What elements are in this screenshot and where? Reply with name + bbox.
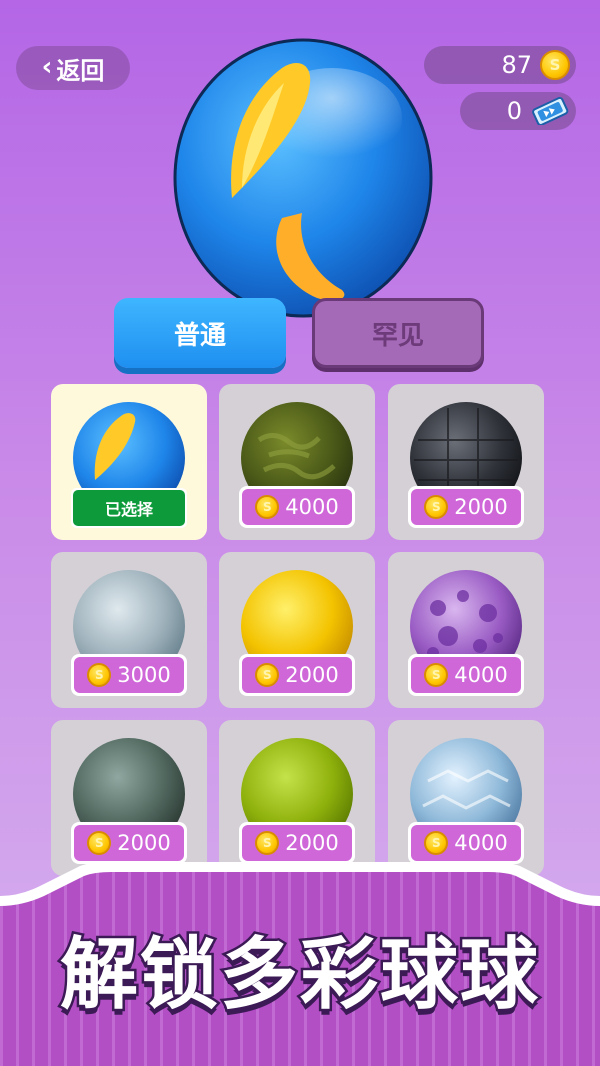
coin-icon [255, 663, 280, 687]
ball-item-5[interactable]: 2000 [219, 552, 375, 708]
coin-icon [87, 663, 112, 687]
ball-item-4[interactable]: 3000 [51, 552, 207, 708]
ball-item-1[interactable]: 已选择 [51, 384, 207, 540]
coin-icon [424, 663, 449, 687]
price-value: 3000 [117, 663, 171, 687]
ball-item-2[interactable]: 4000 [219, 384, 375, 540]
price-value: 2000 [285, 663, 339, 687]
price-value: 4000 [454, 663, 508, 687]
coin-icon [255, 495, 280, 519]
ball-item-3[interactable]: 2000 [388, 384, 544, 540]
price-value: 2000 [454, 495, 508, 519]
coin-icon [424, 495, 449, 519]
selected-label: 已选择 [73, 490, 185, 526]
price-tag: 3000 [71, 654, 187, 696]
ball-item-6[interactable]: 4000 [388, 552, 544, 708]
price-tag: 2000 [239, 654, 355, 696]
price-tag: 4000 [239, 486, 355, 528]
banner-title: 解锁多彩球球 [57, 928, 540, 1023]
price-tag: 2000 [408, 486, 524, 528]
price-value: 4000 [285, 495, 339, 519]
selected-badge: 已选择 [71, 488, 187, 528]
price-tag: 4000 [408, 654, 524, 696]
